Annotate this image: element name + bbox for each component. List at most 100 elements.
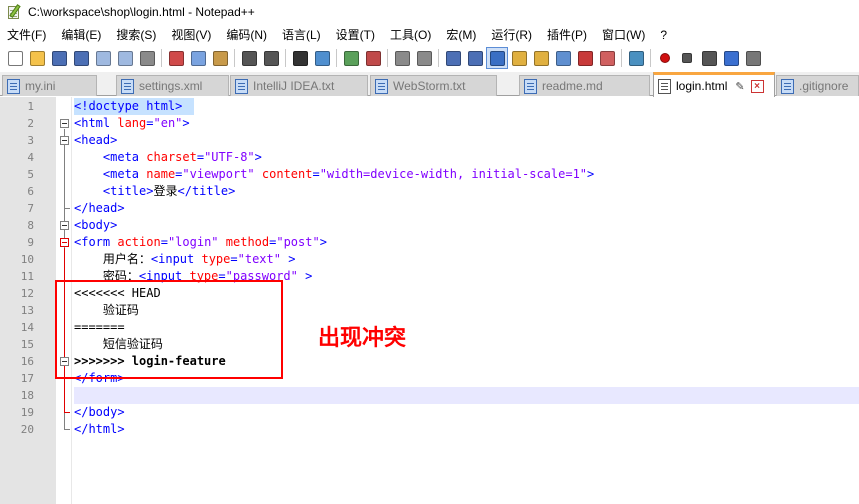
menu-item[interactable]: 设置(T): [329, 24, 383, 46]
sync-vertical-button[interactable]: [391, 47, 413, 69]
panel-button[interactable]: [596, 47, 618, 69]
function-list-button[interactable]: [530, 47, 552, 69]
line-number: 6: [27, 185, 34, 198]
undo-button[interactable]: [238, 47, 260, 69]
code-line[interactable]: <meta name="viewport" content="width=dev…: [74, 166, 594, 183]
toolbar-separator: [438, 49, 439, 67]
save-button[interactable]: [48, 47, 70, 69]
code-token-tag: >: [254, 150, 262, 164]
undo-icon: [241, 50, 257, 66]
stop-record-button[interactable]: [676, 47, 698, 69]
line-number: 14: [20, 321, 34, 334]
code-line[interactable]: 用户名：<input type="text" >: [74, 251, 296, 268]
code-line[interactable]: </html>: [74, 421, 125, 438]
menu-item[interactable]: 编码(N): [219, 24, 275, 46]
saved-file-icon: [121, 78, 134, 94]
menu-item[interactable]: 插件(P): [540, 24, 595, 46]
view-button[interactable]: [625, 47, 647, 69]
toolbar: [0, 46, 859, 70]
toolbar-separator: [387, 49, 388, 67]
tab-intellij-idea-txt[interactable]: IntelliJ IDEA.txt: [230, 75, 368, 96]
tab-readme-md[interactable]: readme.md: [519, 75, 650, 96]
doc-map-button[interactable]: [508, 47, 530, 69]
conflict-annotation-label: 出现冲突: [318, 326, 407, 351]
show-all-chars-icon: [467, 50, 483, 66]
save-all-button[interactable]: [70, 47, 92, 69]
save-macro-button[interactable]: [742, 47, 764, 69]
fold-toggle-icon[interactable]: [60, 136, 69, 145]
new-file-button[interactable]: [4, 47, 26, 69]
line-number: 1: [27, 100, 34, 113]
menu-item[interactable]: 视图(V): [164, 24, 219, 46]
fold-toggle-icon[interactable]: [60, 238, 69, 247]
print-button[interactable]: [136, 47, 158, 69]
tab-my-ini[interactable]: my.ini: [2, 75, 97, 96]
menu-item[interactable]: 文件(F): [0, 24, 54, 46]
redo-button[interactable]: [260, 47, 282, 69]
zoom-out-button[interactable]: [362, 47, 384, 69]
cut-button[interactable]: [165, 47, 187, 69]
menu-item[interactable]: 编辑(E): [54, 24, 109, 46]
menu-item[interactable]: 宏(M): [439, 24, 484, 46]
line-number: 18: [20, 389, 34, 402]
code-line[interactable]: <form action="login" method="post">: [74, 234, 327, 251]
line-number: 8: [27, 219, 34, 232]
tab-settings-xml[interactable]: settings.xml: [116, 75, 229, 96]
document-icon: [658, 78, 671, 94]
zoom-in-icon: [343, 50, 359, 66]
save-all-icon: [73, 50, 89, 66]
toolbar-separator: [621, 49, 622, 67]
menu-item[interactable]: ?: [653, 24, 675, 46]
replace-button[interactable]: [311, 47, 333, 69]
code-line[interactable]: </body>: [74, 404, 125, 421]
word-wrap-button[interactable]: [442, 47, 464, 69]
code-token-tag: </html>: [74, 422, 125, 436]
monitoring-button[interactable]: [574, 47, 596, 69]
fold-toggle-icon[interactable]: [60, 119, 69, 128]
find-button[interactable]: [289, 47, 311, 69]
sync-horizontal-button[interactable]: [413, 47, 435, 69]
folder-workspace-button[interactable]: [552, 47, 574, 69]
new-file-icon: [7, 50, 23, 66]
monitoring-icon: [577, 50, 593, 66]
code-line[interactable]: </head>: [74, 200, 125, 217]
print-icon: [139, 50, 155, 66]
play-macro-button[interactable]: [698, 47, 720, 69]
paste-button[interactable]: [209, 47, 231, 69]
show-all-chars-button[interactable]: [464, 47, 486, 69]
menu-item[interactable]: 搜索(S): [109, 24, 164, 46]
open-file-button[interactable]: [26, 47, 48, 69]
code-line[interactable]: <head>: [74, 132, 117, 149]
redo-icon: [263, 50, 279, 66]
code-token-tag: =: [312, 167, 320, 181]
fold-toggle-icon[interactable]: [60, 221, 69, 230]
record-macro-button[interactable]: [654, 47, 676, 69]
view-icon: [628, 50, 644, 66]
tab-login-html[interactable]: login.html ✎ ×: [653, 72, 775, 97]
menu-item[interactable]: 运行(R): [484, 24, 540, 46]
menu-item[interactable]: 语言(L): [275, 24, 329, 46]
code-line[interactable]: <!doctype html>: [74, 98, 182, 115]
run-macro-multiple-button[interactable]: [720, 47, 742, 69]
code-token-text: 用户名：: [74, 252, 151, 266]
toolbar-separator: [234, 49, 235, 67]
menu-item[interactable]: 工具(O): [383, 24, 439, 46]
copy-button[interactable]: [187, 47, 209, 69]
tab-gitignore[interactable]: .gitignore: [776, 75, 859, 96]
conflict-highlight-box: [55, 280, 283, 379]
close-button[interactable]: [92, 47, 114, 69]
code-line[interactable]: <html lang="en">: [74, 115, 190, 132]
close-all-button[interactable]: [114, 47, 136, 69]
code-line[interactable]: <meta charset="UTF-8">: [74, 149, 262, 166]
tab-webstorm-txt[interactable]: WebStorm.txt: [370, 75, 497, 96]
tab-close-icon[interactable]: ×: [750, 79, 764, 93]
pin-icon[interactable]: ✎: [735, 80, 744, 93]
code-line[interactable]: <title>登录</title>: [74, 183, 235, 200]
indent-guide-button[interactable]: [486, 47, 508, 69]
tab-label: readme.md: [542, 79, 603, 93]
code-token-tag: =: [146, 116, 154, 130]
menu-item[interactable]: 窗口(W): [595, 24, 653, 46]
code-line[interactable]: <body>: [74, 217, 117, 234]
zoom-in-button[interactable]: [340, 47, 362, 69]
